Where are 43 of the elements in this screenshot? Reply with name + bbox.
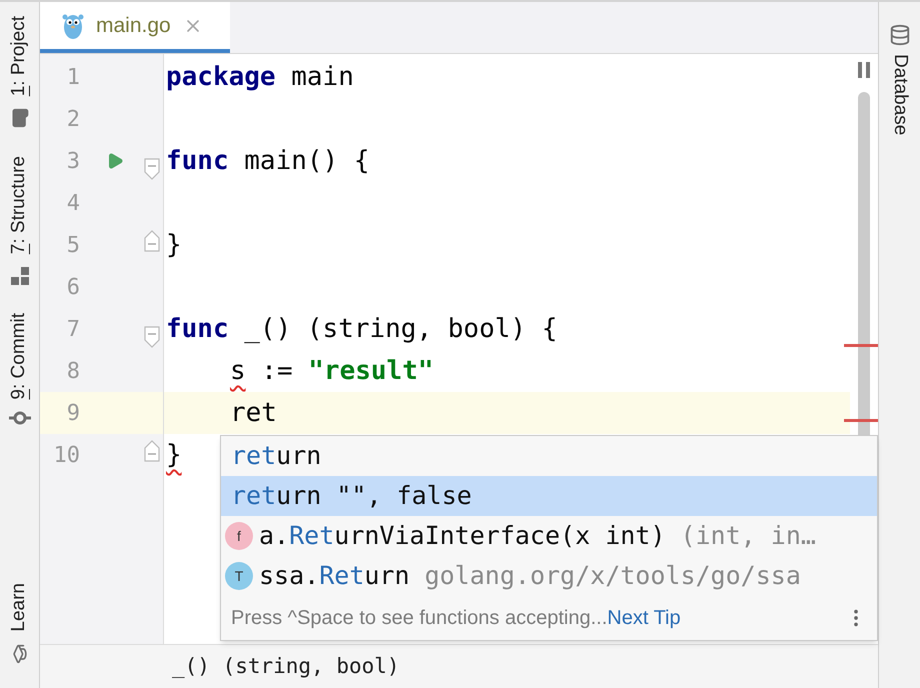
run-icon[interactable] [106,152,124,170]
completion-item[interactable]: return "", false [221,476,877,516]
hint-text: Press ^Space to see functions accepting... [231,606,608,631]
line-number: 2 [66,106,80,134]
line-number: 9 [66,400,80,428]
code-text: package main [166,61,354,94]
line-number: 7 [66,316,80,344]
line-number: 3 [66,148,80,176]
tool-window-button[interactable]: 1: Project [5,2,34,142]
completion-item[interactable]: f a.ReturnViaInterface(x int) (int, in… [221,516,877,556]
gopher-icon [62,12,84,40]
code-text: } [166,439,182,472]
completion-item[interactable]: return [221,436,877,476]
completion-item[interactable]: T ssa.Return golang.org/x/tools/go/ssa [221,556,877,596]
line-number: 1 [66,64,80,92]
line-number: 8 [66,358,80,386]
code-text: } [166,229,182,262]
line-number: 4 [66,190,80,218]
line-number: 6 [66,274,80,302]
completion-kind-badge: f [225,522,253,550]
line-number: 10 [52,442,80,470]
code-text: func main() { [166,145,370,178]
next-tip-link[interactable]: Next Tip [607,603,681,633]
code-text: func _() (string, bool) { [166,313,558,346]
breadcrumb[interactable]: _() (string, bool) [172,650,400,682]
fold-marker-icon[interactable] [144,230,160,252]
tool-window-button[interactable]: 9: Commit [5,298,34,440]
fold-marker-icon[interactable] [144,158,160,180]
structure-icon [10,266,28,285]
fold-marker-icon[interactable] [144,440,160,462]
database-icon [888,24,910,46]
completion-kind-badge: T [225,562,253,590]
editor-tab[interactable]: main.go [40,2,230,53]
commit-icon [8,411,30,426]
code-text: s := "result" [230,355,434,388]
tool-window-button[interactable]: Database [885,24,914,136]
code-text: ret [230,397,277,430]
line-number: 5 [66,232,80,260]
folder-icon [10,108,30,128]
tool-window-button[interactable]: 7: Structure [5,142,34,299]
fold-marker-icon[interactable] [144,326,160,348]
pause-icon[interactable] [858,62,870,78]
tool-window-button[interactable]: Learn [5,569,34,678]
